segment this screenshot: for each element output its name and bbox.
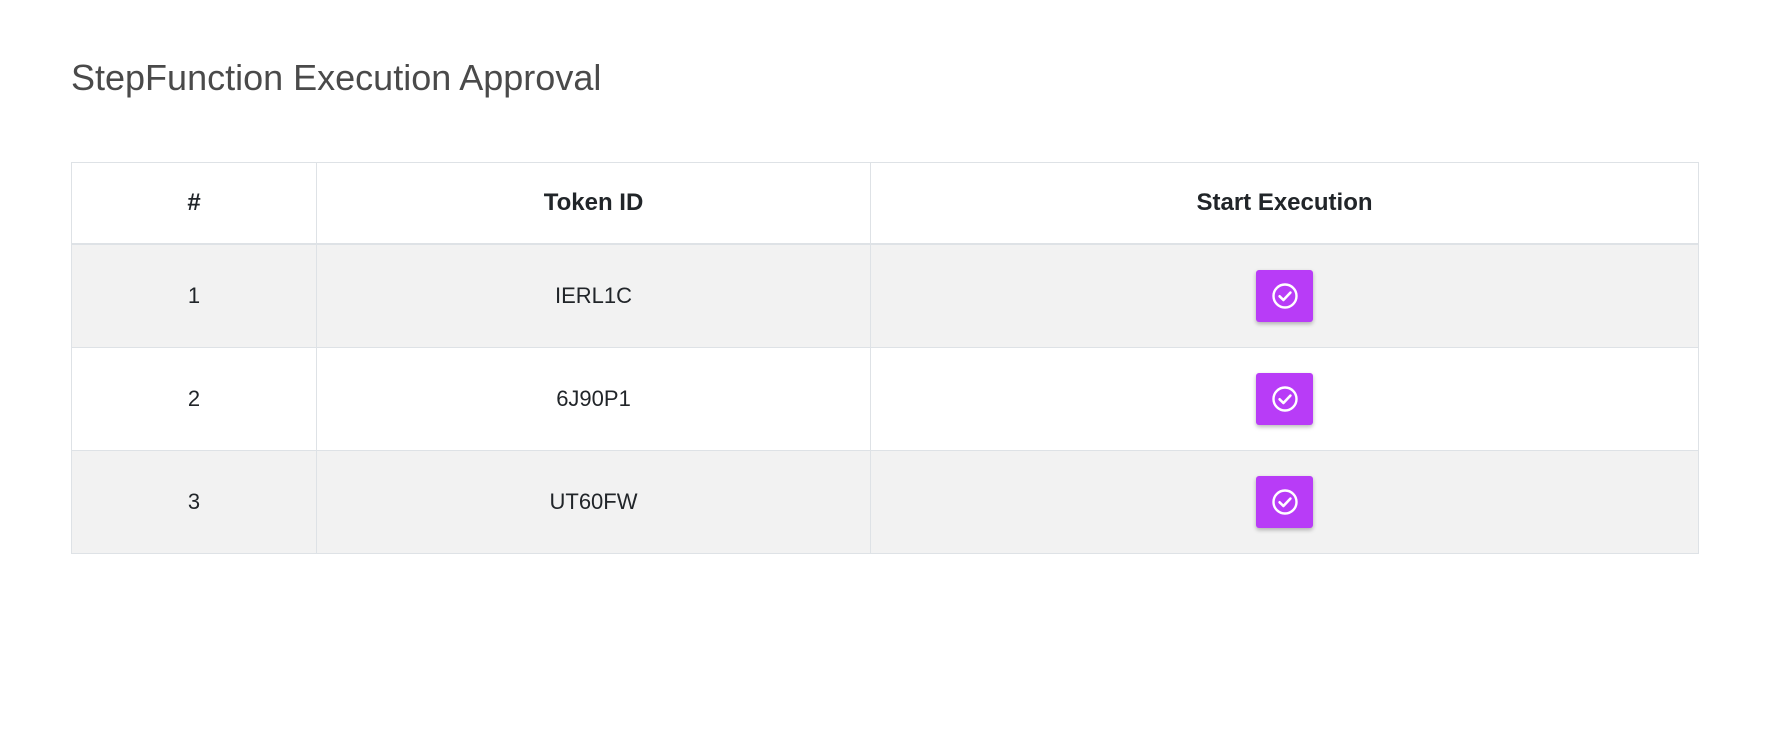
token-id-cell: IERL1C (316, 243, 871, 348)
start-execution-button[interactable] (1256, 373, 1313, 425)
column-header-start-execution: Start Execution (870, 162, 1699, 245)
token-id-cell: UT60FW (316, 450, 871, 554)
column-header-index: # (71, 162, 317, 245)
row-index-cell: 1 (71, 243, 317, 348)
column-header-token-id: Token ID (316, 162, 871, 245)
row-index-cell: 2 (71, 347, 317, 451)
start-execution-cell (870, 347, 1699, 451)
approval-table: # Token ID Start Execution 1 IERL1C 2 6J… (71, 162, 1699, 554)
start-execution-button[interactable] (1256, 476, 1313, 528)
table-header: # Token ID Start Execution (71, 162, 1699, 245)
start-execution-cell (870, 450, 1699, 554)
page-title: StepFunction Execution Approval (71, 57, 602, 98)
row-index-cell: 3 (71, 450, 317, 554)
token-id-cell: 6J90P1 (316, 347, 871, 451)
start-execution-cell (870, 243, 1699, 348)
table-row: 3 UT60FW (71, 450, 1699, 554)
table-row: 2 6J90P1 (71, 347, 1699, 451)
check-circle-icon (1271, 283, 1298, 309)
table-row: 1 IERL1C (71, 243, 1699, 348)
check-circle-icon (1271, 386, 1298, 412)
table-header-row: # Token ID Start Execution (71, 162, 1699, 245)
table-body: 1 IERL1C 2 6J90P1 3 UT60FW (71, 243, 1699, 554)
start-execution-button[interactable] (1256, 270, 1313, 322)
check-circle-icon (1271, 489, 1298, 515)
